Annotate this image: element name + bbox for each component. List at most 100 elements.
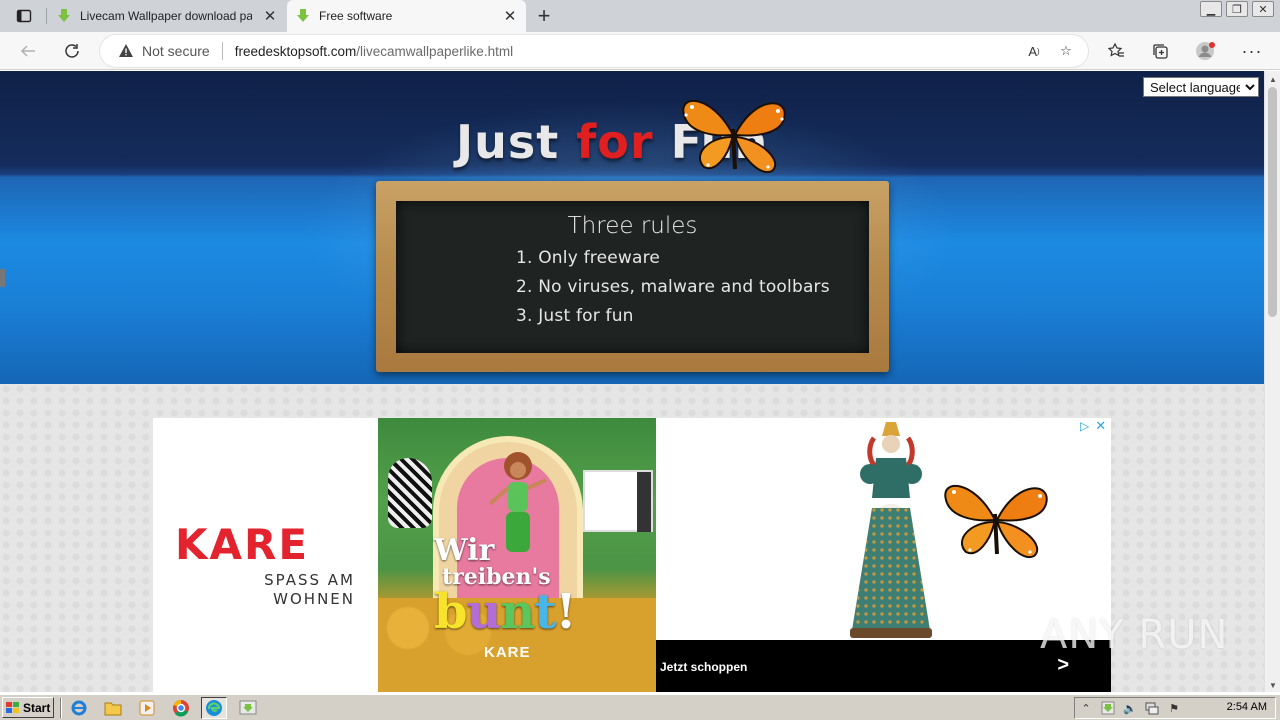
board-title: Three rules <box>567 213 698 239</box>
media-player-taskbar-icon[interactable] <box>134 697 160 719</box>
start-button[interactable]: Start <box>2 697 54 718</box>
ad-cta-label[interactable]: Jetzt schoppen <box>660 660 747 674</box>
watermark: ANY RUN <box>1040 612 1229 658</box>
back-button[interactable] <box>14 37 42 65</box>
slogan-letter: ! <box>555 584 577 640</box>
settings-menu-button[interactable]: ··· <box>1238 37 1266 65</box>
close-ad-icon[interactable]: ✕ <box>1095 418 1106 434</box>
edge-taskbar-icon[interactable] <box>201 697 227 719</box>
slogan-letter: u <box>466 584 502 640</box>
collections-button[interactable] <box>1146 37 1174 65</box>
butterfly-image <box>944 484 1048 559</box>
profile-button[interactable] <box>1192 37 1220 65</box>
show-hidden-icons-icon[interactable]: ⌃ <box>1075 698 1097 718</box>
language-select[interactable]: Select language <box>1143 77 1259 97</box>
scrollbar-thumb[interactable] <box>1268 87 1277 317</box>
window-controls: ▁ ❐ ✕ <box>1200 0 1274 17</box>
url-text[interactable]: freedesktopsoft.com/livecamwallpaperlike… <box>235 44 513 59</box>
logo-part-for: for <box>576 115 654 169</box>
tv-image <box>583 470 653 532</box>
vertical-scrollbar[interactable]: ▲ ▼ <box>1264 71 1280 692</box>
app-taskbar-icon[interactable] <box>235 697 261 719</box>
queen-figurine-image <box>850 422 932 638</box>
warning-icon[interactable] <box>118 43 134 59</box>
network-icon[interactable] <box>1141 698 1163 718</box>
ad-brand-name: KARE <box>175 520 310 569</box>
ad-product-area[interactable] <box>656 418 1111 640</box>
close-tab-icon[interactable]: ✕ <box>262 8 278 25</box>
address-bar[interactable]: Not secure freedesktopsoft.com/livecamwa… <box>100 35 1088 67</box>
ad-tagline-line: WOHNEN <box>273 590 355 608</box>
address-divider <box>221 42 223 60</box>
adchoices[interactable]: ▷ ✕ <box>1080 418 1110 434</box>
butterfly-logo-icon <box>682 99 786 174</box>
side-handle[interactable] <box>0 269 5 287</box>
reload-icon <box>65 44 79 58</box>
favorites-button[interactable] <box>1102 37 1130 65</box>
ad-photo-brand: KARE <box>484 644 531 661</box>
download-favicon-icon <box>297 9 309 22</box>
site-header: Just for Fun Select language Three rules… <box>0 71 1264 384</box>
reload-button[interactable] <box>58 37 86 65</box>
tab-actions-button[interactable] <box>8 4 40 28</box>
tab-strip: Livecam Wallpaper download pa ✕ Free sof… <box>0 0 1280 32</box>
ad-brand-block[interactable]: KARE SPASS AM WOHNEN <box>175 520 355 609</box>
slogan-letter: n <box>500 584 535 640</box>
tab-separator <box>46 8 47 24</box>
rule-item: 1. Only freeware <box>516 248 661 268</box>
advertisement-banner[interactable]: KARE SPASS AM WOHNEN Wir treiben's bunt! <box>153 418 1111 692</box>
add-favorite-icon[interactable]: ☆ <box>1054 39 1078 63</box>
ad-slogan: Wir treiben's bunt! <box>434 533 577 637</box>
explorer-taskbar-icon[interactable] <box>100 697 126 719</box>
system-tray: ⌃ 🔈 ⚑ 2:54 AM <box>1074 697 1276 719</box>
zebra-head-image <box>388 458 432 528</box>
tab-title: Livecam Wallpaper download pa <box>80 9 252 23</box>
url-domain: freedesktopsoft.com <box>234 43 357 59</box>
tab-actions-icon <box>16 9 32 23</box>
taskbar-clock[interactable]: 2:54 AM <box>1227 701 1267 713</box>
scroll-down-icon[interactable]: ▼ <box>1269 681 1277 690</box>
tab-title: Free software <box>319 9 393 23</box>
url-path: /livecamwallpaperlike.html <box>356 43 514 59</box>
tab-free-software[interactable]: Free software ✕ <box>287 0 526 32</box>
ad-lifestyle-photo[interactable]: Wir treiben's bunt! KARE <box>378 418 656 692</box>
rule-item: 3. Just for fun <box>516 306 634 326</box>
read-aloud-icon[interactable]: A) <box>1022 39 1046 63</box>
windows-logo-icon <box>6 701 19 713</box>
favorites-icon <box>1107 42 1124 57</box>
volume-icon[interactable]: 🔈 <box>1119 698 1141 718</box>
chrome-taskbar-icon[interactable] <box>168 697 194 719</box>
download-favicon-icon <box>58 9 70 22</box>
close-window-icon[interactable]: ✕ <box>1252 1 1274 17</box>
action-center-flag-icon[interactable]: ⚑ <box>1163 698 1185 718</box>
tv-screen <box>637 472 651 532</box>
back-arrow-icon <box>20 45 35 57</box>
restore-icon[interactable]: ❐ <box>1226 1 1248 17</box>
taskbar: Start ⌃ 🔈 ⚑ 2:54 AM <box>0 694 1280 720</box>
slogan-bunt: bunt! <box>434 588 577 636</box>
address-bar-actions: A) ☆ <box>1022 39 1078 63</box>
chalkboard-frame: Three rules 1. Only freeware 2. No virus… <box>376 181 889 372</box>
tab-livecam[interactable]: Livecam Wallpaper download pa ✕ <box>48 0 286 32</box>
ad-brand-tagline: SPASS AM WOHNEN <box>175 571 355 609</box>
security-label[interactable]: Not secure <box>142 43 210 59</box>
rule-item: 2. No viruses, malware and toolbars <box>516 277 830 297</box>
slogan-letter: t <box>534 584 556 640</box>
ad-tagline-line: SPASS AM <box>264 571 355 589</box>
page-viewport: Just for Fun Select language Three rules… <box>0 71 1264 692</box>
slogan-letter: b <box>434 584 468 640</box>
logo-part-just: Just <box>456 115 577 169</box>
new-tab-button[interactable]: + <box>532 3 556 28</box>
ie-taskbar-icon[interactable] <box>66 697 92 719</box>
close-tab-icon[interactable]: ✕ <box>502 8 518 25</box>
browser-toolbar: Not secure freedesktopsoft.com/livecamwa… <box>0 32 1280 70</box>
adchoices-icon[interactable]: ▷ <box>1080 419 1089 433</box>
more-icon: ··· <box>1241 40 1263 61</box>
tray-app-icon[interactable] <box>1097 698 1119 718</box>
avatar-icon <box>1196 42 1215 60</box>
collections-icon <box>1153 44 1168 59</box>
slogan-line: Wir <box>434 533 495 568</box>
chalkboard: Three rules 1. Only freeware 2. No virus… <box>396 201 869 353</box>
scroll-up-icon[interactable]: ▲ <box>1269 75 1277 84</box>
minimize-icon[interactable]: ▁ <box>1200 1 1222 17</box>
